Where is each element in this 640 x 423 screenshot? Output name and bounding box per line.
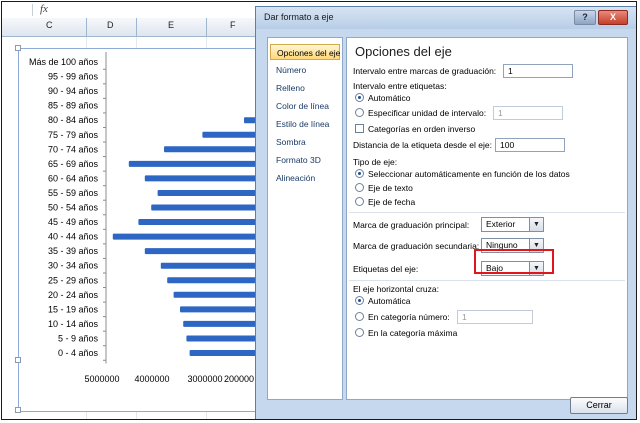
axis-options-panel: Opciones del eje Intervalo entre marcas … (346, 37, 628, 400)
category-tick-label: 90 - 94 años (48, 86, 99, 96)
category-tick-label: 25 - 29 años (48, 275, 99, 285)
dialog-nav-panel: Opciones del eje Número Relleno Color de… (267, 37, 343, 400)
category-tick-label: 45 - 49 años (48, 217, 99, 227)
category-tick-label: 75 - 79 años (48, 130, 99, 140)
radio-automatico-label: Automático (368, 93, 411, 103)
category-tick-label: 10 - 14 años (48, 319, 99, 329)
screenshot-frame: fx C D E F Más de 100 años 95 - 99 años 90… (1, 1, 637, 420)
category-tick-label: 15 - 19 años (48, 304, 99, 314)
help-button[interactable]: ? (574, 10, 596, 25)
label-distance-label: Distancia de la etiqueta desde el eje: (353, 140, 492, 150)
bar[interactable] (180, 306, 260, 313)
cerrar-button[interactable]: Cerrar (570, 397, 628, 414)
category-tick-label: 55 - 59 años (48, 188, 99, 198)
panel-title: Opciones del eje (355, 44, 452, 59)
category-tick-label: 60 - 64 años (48, 173, 99, 183)
radio-categoria-numero-label: En categoría número: (368, 312, 450, 322)
radio-automatico[interactable] (355, 93, 364, 102)
population-pyramid-chart[interactable]: Más de 100 años 95 - 99 años 90 - 94 años 8… (2, 2, 262, 420)
dialog-titlebar[interactable]: Dar formato a eje ? X (256, 7, 636, 29)
section-divider (349, 212, 625, 213)
bar[interactable] (160, 262, 260, 269)
section-divider (349, 280, 625, 281)
category-tick-label: 0 - 4 años (58, 348, 99, 358)
bar[interactable] (144, 175, 260, 182)
label-interval-label: Intervalo entre etiquetas: (353, 81, 447, 91)
checkbox-orden-inverso-label: Categorías en orden inverso (368, 124, 476, 134)
radio-categoria-maxima[interactable] (355, 328, 364, 337)
category-tick-label: 70 - 74 años (48, 144, 99, 154)
bar[interactable] (138, 219, 260, 226)
bar[interactable] (157, 189, 260, 196)
category-tick-label: 50 - 54 años (48, 203, 99, 213)
category-tick-label: 35 - 39 años (48, 246, 99, 256)
radio-especificar-label: Especificar unidad de intervalo: (368, 108, 487, 118)
bar[interactable] (151, 204, 260, 211)
category-tick-label: 65 - 69 años (48, 159, 99, 169)
nav-item-color-de-linea[interactable]: Color de línea (270, 98, 340, 114)
chevron-down-icon[interactable]: ▼ (529, 218, 543, 231)
major-tick-label: Marca de graduación principal: (353, 220, 470, 230)
nav-item-alineacion[interactable]: Alineación (270, 170, 340, 186)
category-tick-label: 5 - 9 años (58, 333, 99, 343)
highlight-annotation (474, 249, 554, 274)
radio-eje-de-fecha-label: Eje de fecha (368, 197, 416, 207)
bar[interactable] (144, 248, 260, 255)
bar[interactable] (164, 146, 260, 153)
bar[interactable] (202, 131, 260, 138)
close-button[interactable]: X (598, 10, 628, 25)
value-axis-tick-label: 5000000 (84, 374, 119, 384)
category-tick-label: Más de 100 años (29, 57, 99, 67)
bar[interactable] (189, 350, 260, 356)
bar[interactable] (167, 277, 260, 284)
bar[interactable] (128, 160, 260, 167)
radio-eje-de-texto[interactable] (355, 183, 364, 192)
category-tick-label: 20 - 24 años (48, 290, 99, 300)
bar[interactable] (183, 320, 260, 327)
radio-seleccionar-label: Seleccionar automáticamente en función d… (368, 169, 570, 179)
nav-item-estilo-de-linea[interactable]: Estilo de línea (270, 116, 340, 132)
nav-item-opciones-del-eje[interactable]: Opciones del eje (270, 44, 340, 60)
nav-item-numero[interactable]: Número (270, 62, 340, 78)
dialog-title: Dar formato a eje (264, 12, 334, 22)
radio-categoria-maxima-label: En la categoría máxima (368, 328, 458, 338)
checkbox-orden-inverso[interactable] (355, 124, 364, 133)
axis-labels-label: Etiquetas del eje: (353, 264, 419, 274)
major-tick-select[interactable]: Exterior ▼ (481, 217, 544, 232)
value-axis-tick-label: 3000000 (187, 374, 222, 384)
radio-cruza-automatica[interactable] (355, 296, 364, 305)
category-tick-label: 30 - 34 años (48, 261, 99, 271)
nav-item-sombra[interactable]: Sombra (270, 134, 340, 150)
category-number-input[interactable]: 1 (457, 310, 533, 324)
category-tick-label: 95 - 99 años (48, 72, 99, 82)
horizontal-axis-crosses-label: El eje horizontal cruza: (353, 284, 439, 294)
value-axis-tick-label: 4000000 (134, 374, 169, 384)
bar[interactable] (112, 233, 260, 240)
minor-tick-label: Marca de graduación secundaria: (353, 241, 480, 251)
nav-item-formato-3d[interactable]: Formato 3D (270, 152, 340, 168)
value-axis-tick-label: 200000 (224, 374, 254, 384)
radio-categoria-numero[interactable] (355, 312, 364, 321)
category-tick-label: 80 - 84 años (48, 115, 99, 125)
radio-especificar-intervalo[interactable] (355, 108, 364, 117)
tick-interval-label: Intervalo entre marcas de graduación: (353, 66, 497, 76)
bar[interactable] (173, 291, 260, 298)
bar[interactable] (186, 335, 260, 342)
format-axis-dialog: Dar formato a eje ? X Opciones del eje N… (255, 6, 636, 419)
nav-item-relleno[interactable]: Relleno (270, 80, 340, 96)
major-tick-value: Exterior (486, 219, 516, 229)
label-distance-input[interactable]: 100 (495, 138, 565, 152)
radio-eje-de-texto-label: Eje de texto (368, 183, 413, 193)
interval-unit-input[interactable]: 1 (493, 106, 563, 120)
axis-type-label: Tipo de eje: (353, 157, 398, 167)
radio-eje-de-fecha[interactable] (355, 197, 364, 206)
category-tick-label: 85 - 89 años (48, 101, 99, 111)
category-tick-label: 40 - 44 años (48, 232, 99, 242)
tick-interval-input[interactable]: 1 (503, 64, 573, 78)
radio-cruza-automatica-label: Automática (368, 296, 411, 306)
radio-seleccionar-automaticamente[interactable] (355, 169, 364, 178)
